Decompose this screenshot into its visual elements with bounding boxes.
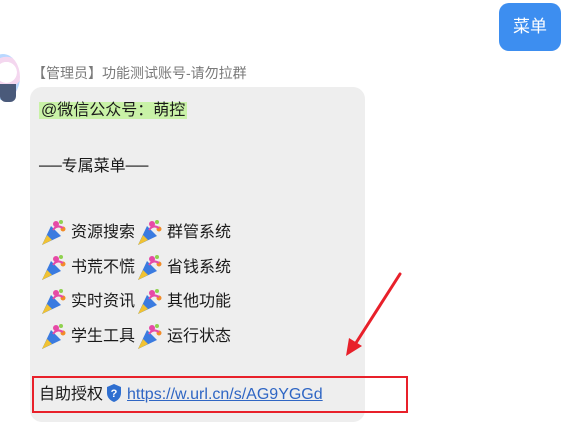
mention-text[interactable]: @微信公众号：萌控 (39, 102, 188, 119)
menu-row: 实时资讯 其他功能 (39, 287, 231, 314)
party-popper-icon (138, 324, 162, 349)
menu-item-label[interactable]: 实时资讯 (71, 290, 135, 314)
mention-line: @微信公众号：萌控 (39, 99, 188, 123)
party-popper-icon (42, 220, 66, 245)
outgoing-message-bubble[interactable]: 菜单 (499, 3, 561, 51)
annotation-highlight-box (32, 376, 408, 413)
menu-item-label[interactable]: 书荒不慌 (71, 256, 135, 280)
menu-item: 实时资讯 (39, 287, 135, 317)
party-popper-icon (42, 255, 66, 280)
sender-avatar-detail (0, 84, 16, 102)
party-popper-icon (138, 220, 162, 245)
menu-item: 群管系统 (135, 218, 231, 248)
red-arrow-icon (346, 272, 402, 356)
menu-item-label[interactable]: 其他功能 (167, 290, 231, 314)
menu-row: 书荒不慌 省钱系统 (39, 253, 231, 280)
menu-item-label[interactable]: 群管系统 (167, 221, 231, 245)
menu-item: 省钱系统 (135, 253, 231, 283)
menu-row: 学生工具 运行状态 (39, 322, 231, 349)
menu-item-label[interactable]: 资源搜索 (71, 221, 135, 245)
menu-item: 运行状态 (135, 322, 231, 352)
menu-item: 资源搜索 (39, 218, 135, 248)
incoming-message-bubble[interactable]: @微信公众号：萌控 ──专属菜单── 资源搜索 群管系统 书荒不慌 省钱系统 实… (30, 87, 365, 422)
menu-item: 其他功能 (135, 287, 231, 317)
party-popper-icon (42, 324, 66, 349)
party-popper-icon (138, 255, 162, 280)
menu-item: 学生工具 (39, 322, 135, 352)
menu-row: 资源搜索 群管系统 (39, 218, 231, 245)
menu-item-label[interactable]: 学生工具 (71, 325, 135, 349)
menu-item-label[interactable]: 省钱系统 (167, 256, 231, 280)
menu-item-label[interactable]: 运行状态 (167, 325, 231, 349)
menu-item: 书荒不慌 (39, 253, 135, 283)
party-popper-icon (42, 289, 66, 314)
party-popper-icon (138, 289, 162, 314)
chat-view: 菜单 【管理员】功能测试账号-请勿拉群 @微信公众号：萌控 ──专属菜单── 资… (0, 0, 582, 431)
menu-title: ──专属菜单── (39, 158, 149, 175)
sender-name: 【管理员】功能测试账号-请勿拉群 (32, 65, 247, 81)
